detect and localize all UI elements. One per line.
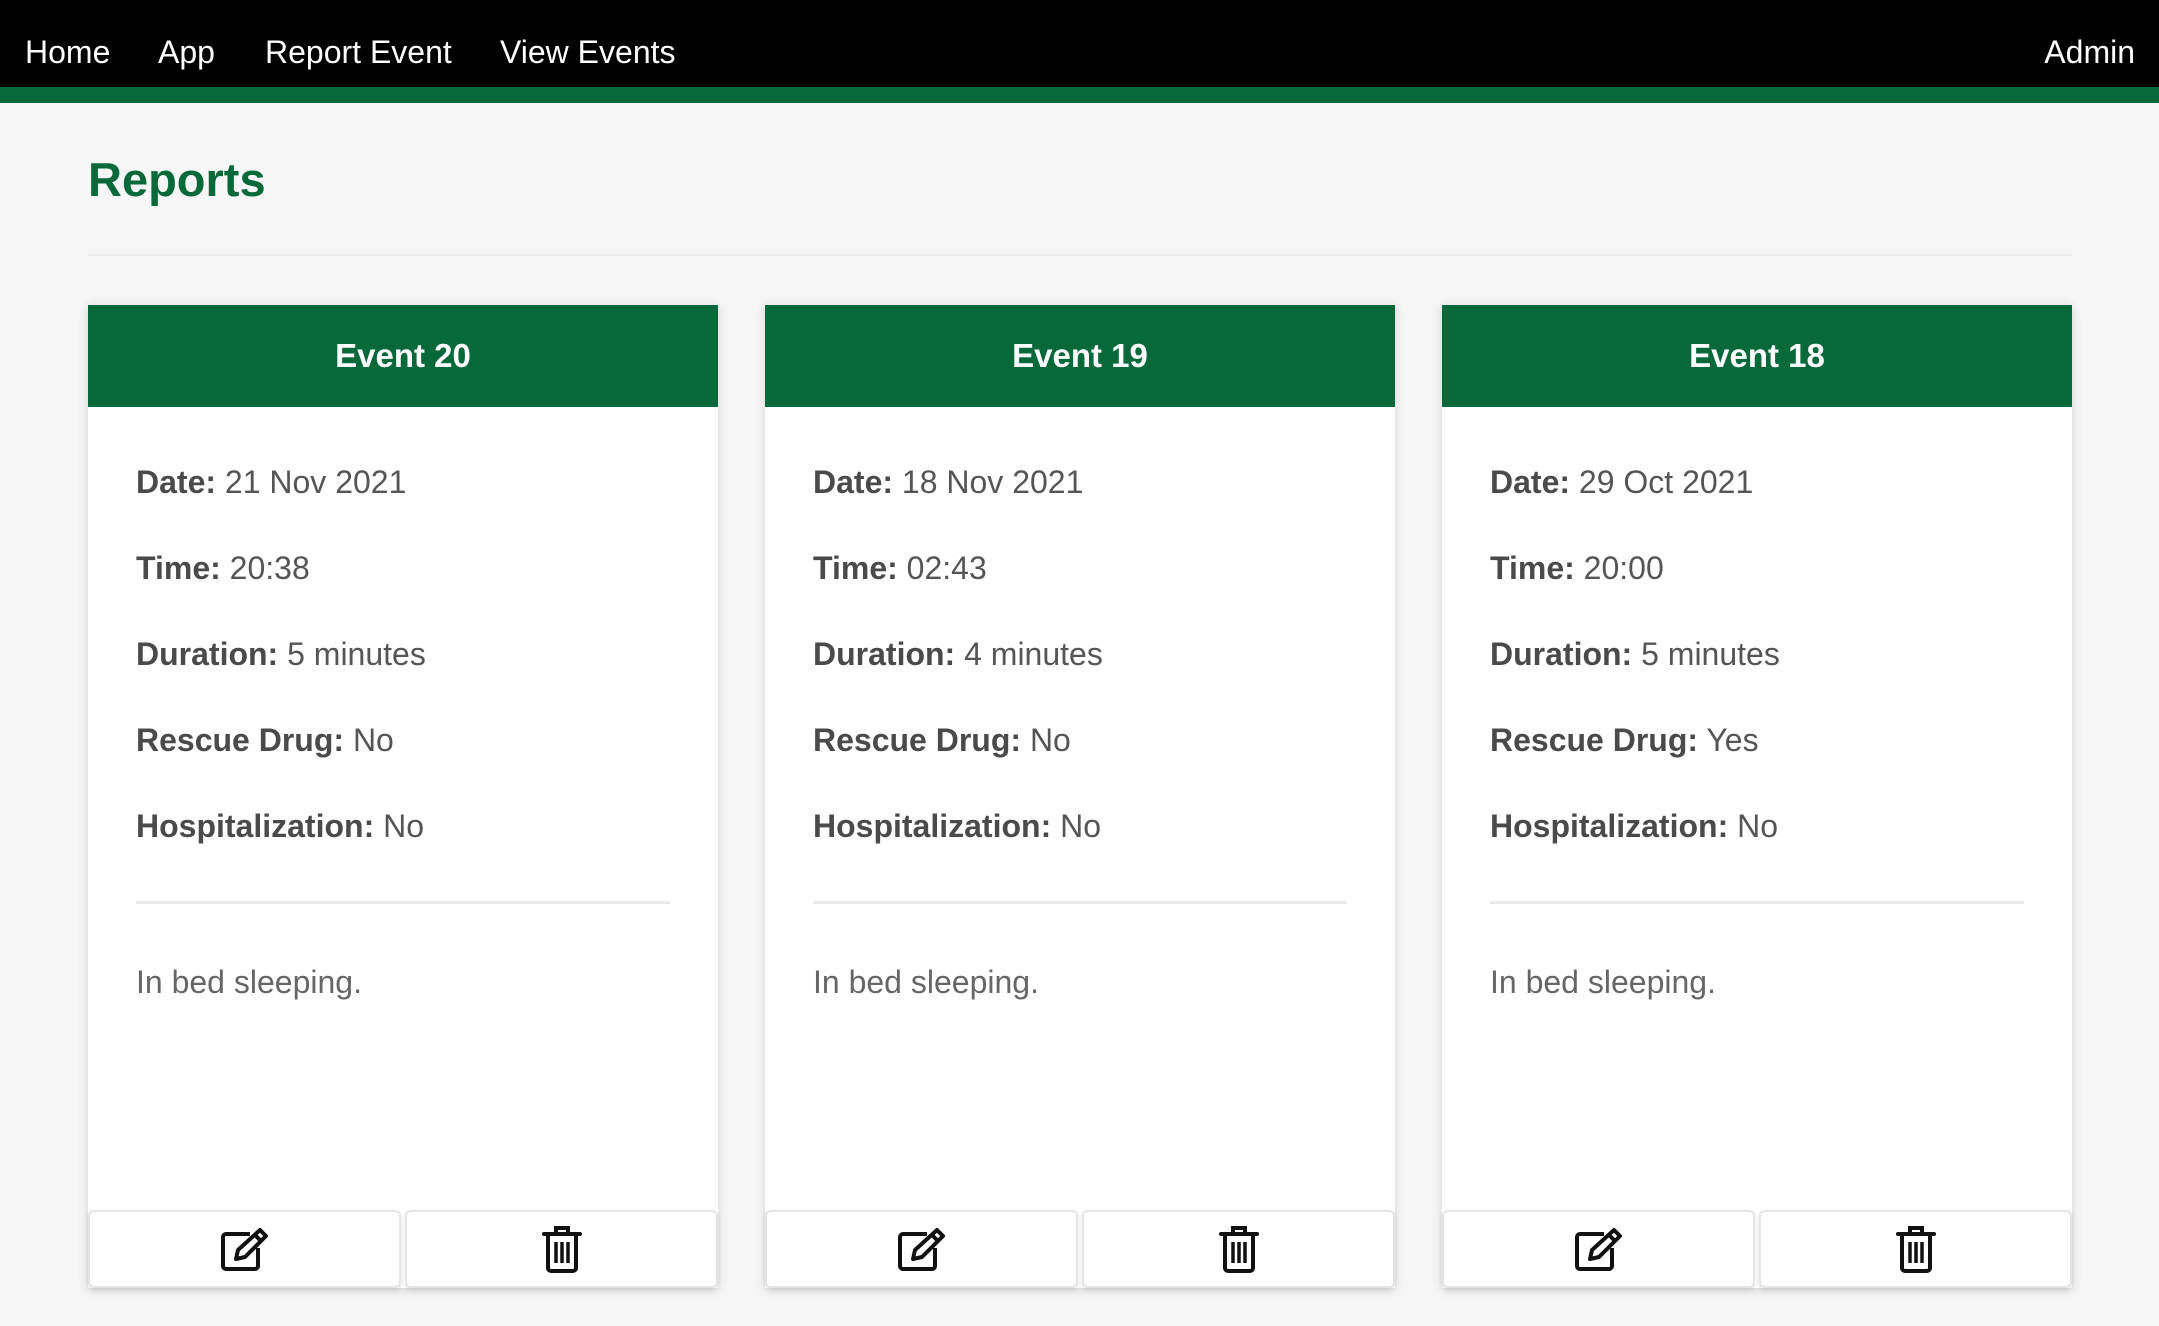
event-hospitalization-field: Hospitalization: No <box>136 804 424 848</box>
event-rescue-drug-value: Yes <box>1706 722 1759 758</box>
event-note: In bed sleeping. <box>813 964 1039 1000</box>
event-duration-value: 5 minutes <box>287 636 426 672</box>
event-hospitalization-label: Hospitalization: <box>813 808 1052 844</box>
event-duration-value: 5 minutes <box>1641 636 1780 672</box>
event-duration-value: 4 minutes <box>964 636 1103 672</box>
nav-link-report-event[interactable]: Report Event <box>265 30 452 74</box>
card-divider <box>136 901 670 904</box>
event-note: In bed sleeping. <box>136 964 362 1000</box>
event-date-field: Date: 21 Nov 2021 <box>136 460 406 504</box>
event-time-label: Time: <box>136 550 221 586</box>
event-date-field: Date: 18 Nov 2021 <box>813 460 1083 504</box>
trash-icon <box>1218 1226 1259 1273</box>
event-rescue-drug-label: Rescue Drug: <box>813 722 1022 758</box>
delete-event-button[interactable] <box>405 1210 718 1288</box>
event-rescue-drug-value: No <box>1029 722 1071 758</box>
card-divider <box>1490 901 2024 904</box>
event-date-value: 21 Nov 2021 <box>224 464 407 500</box>
event-card-title: Event 19 <box>765 305 1395 407</box>
edit-event-button[interactable] <box>1442 1210 1755 1288</box>
top-navbar: Home App Report Event View Events Admin <box>0 0 2159 103</box>
event-time-value: 20:38 <box>229 550 310 586</box>
edit-icon <box>897 1228 945 1271</box>
event-date-value: 29 Oct 2021 <box>1578 464 1754 500</box>
event-rescue-drug-field: Rescue Drug: No <box>813 718 1071 762</box>
event-card-title: Event 18 <box>1442 305 2072 407</box>
event-date-field: Date: 29 Oct 2021 <box>1490 460 1753 504</box>
event-time-field: Time: 02:43 <box>813 546 987 590</box>
trash-icon <box>541 1226 582 1273</box>
event-time-value: 20:00 <box>1583 550 1664 586</box>
nav-link-view-events[interactable]: View Events <box>500 30 676 74</box>
event-date-label: Date: <box>136 464 217 500</box>
card-divider <box>813 901 1347 904</box>
event-duration-label: Duration: <box>136 636 279 672</box>
event-card: Event 20 Date: 21 Nov 2021 Time: 20:38 D… <box>88 305 718 1288</box>
event-duration-label: Duration: <box>1490 636 1633 672</box>
event-rescue-drug-label: Rescue Drug: <box>1490 722 1699 758</box>
edit-event-button[interactable] <box>765 1210 1078 1288</box>
event-card-title: Event 20 <box>88 305 718 407</box>
event-hospitalization-value: No <box>1737 808 1779 844</box>
event-hospitalization-label: Hospitalization: <box>1490 808 1729 844</box>
event-rescue-drug-value: No <box>352 722 394 758</box>
event-time-label: Time: <box>1490 550 1575 586</box>
event-time-field: Time: 20:00 <box>1490 546 1664 590</box>
event-duration-field: Duration: 5 minutes <box>136 632 426 676</box>
nav-link-admin[interactable]: Admin <box>2044 30 2135 74</box>
event-note: In bed sleeping. <box>1490 964 1716 1000</box>
nav-link-app[interactable]: App <box>158 30 215 74</box>
event-duration-field: Duration: 4 minutes <box>813 632 1103 676</box>
event-hospitalization-value: No <box>383 808 425 844</box>
event-card: Event 19 Date: 18 Nov 2021 Time: 02:43 D… <box>765 305 1395 1288</box>
event-time-field: Time: 20:38 <box>136 546 310 590</box>
nav-link-home[interactable]: Home <box>25 30 110 74</box>
event-hospitalization-field: Hospitalization: No <box>813 804 1101 848</box>
page-title: Reports <box>88 153 266 206</box>
trash-icon <box>1895 1226 1936 1273</box>
event-date-label: Date: <box>813 464 894 500</box>
event-hospitalization-label: Hospitalization: <box>136 808 375 844</box>
delete-event-button[interactable] <box>1082 1210 1395 1288</box>
event-hospitalization-field: Hospitalization: No <box>1490 804 1778 848</box>
delete-event-button[interactable] <box>1759 1210 2072 1288</box>
event-duration-field: Duration: 5 minutes <box>1490 632 1780 676</box>
title-divider <box>88 254 2072 256</box>
event-card: Event 18 Date: 29 Oct 2021 Time: 20:00 D… <box>1442 305 2072 1288</box>
event-rescue-drug-field: Rescue Drug: Yes <box>1490 718 1759 762</box>
event-rescue-drug-field: Rescue Drug: No <box>136 718 394 762</box>
event-time-label: Time: <box>813 550 898 586</box>
edit-icon <box>220 1228 268 1271</box>
event-date-label: Date: <box>1490 464 1571 500</box>
event-duration-label: Duration: <box>813 636 956 672</box>
edit-icon <box>1574 1228 1622 1271</box>
event-date-value: 18 Nov 2021 <box>901 464 1084 500</box>
event-hospitalization-value: No <box>1060 808 1102 844</box>
edit-event-button[interactable] <box>88 1210 401 1288</box>
event-time-value: 02:43 <box>906 550 987 586</box>
event-rescue-drug-label: Rescue Drug: <box>136 722 345 758</box>
